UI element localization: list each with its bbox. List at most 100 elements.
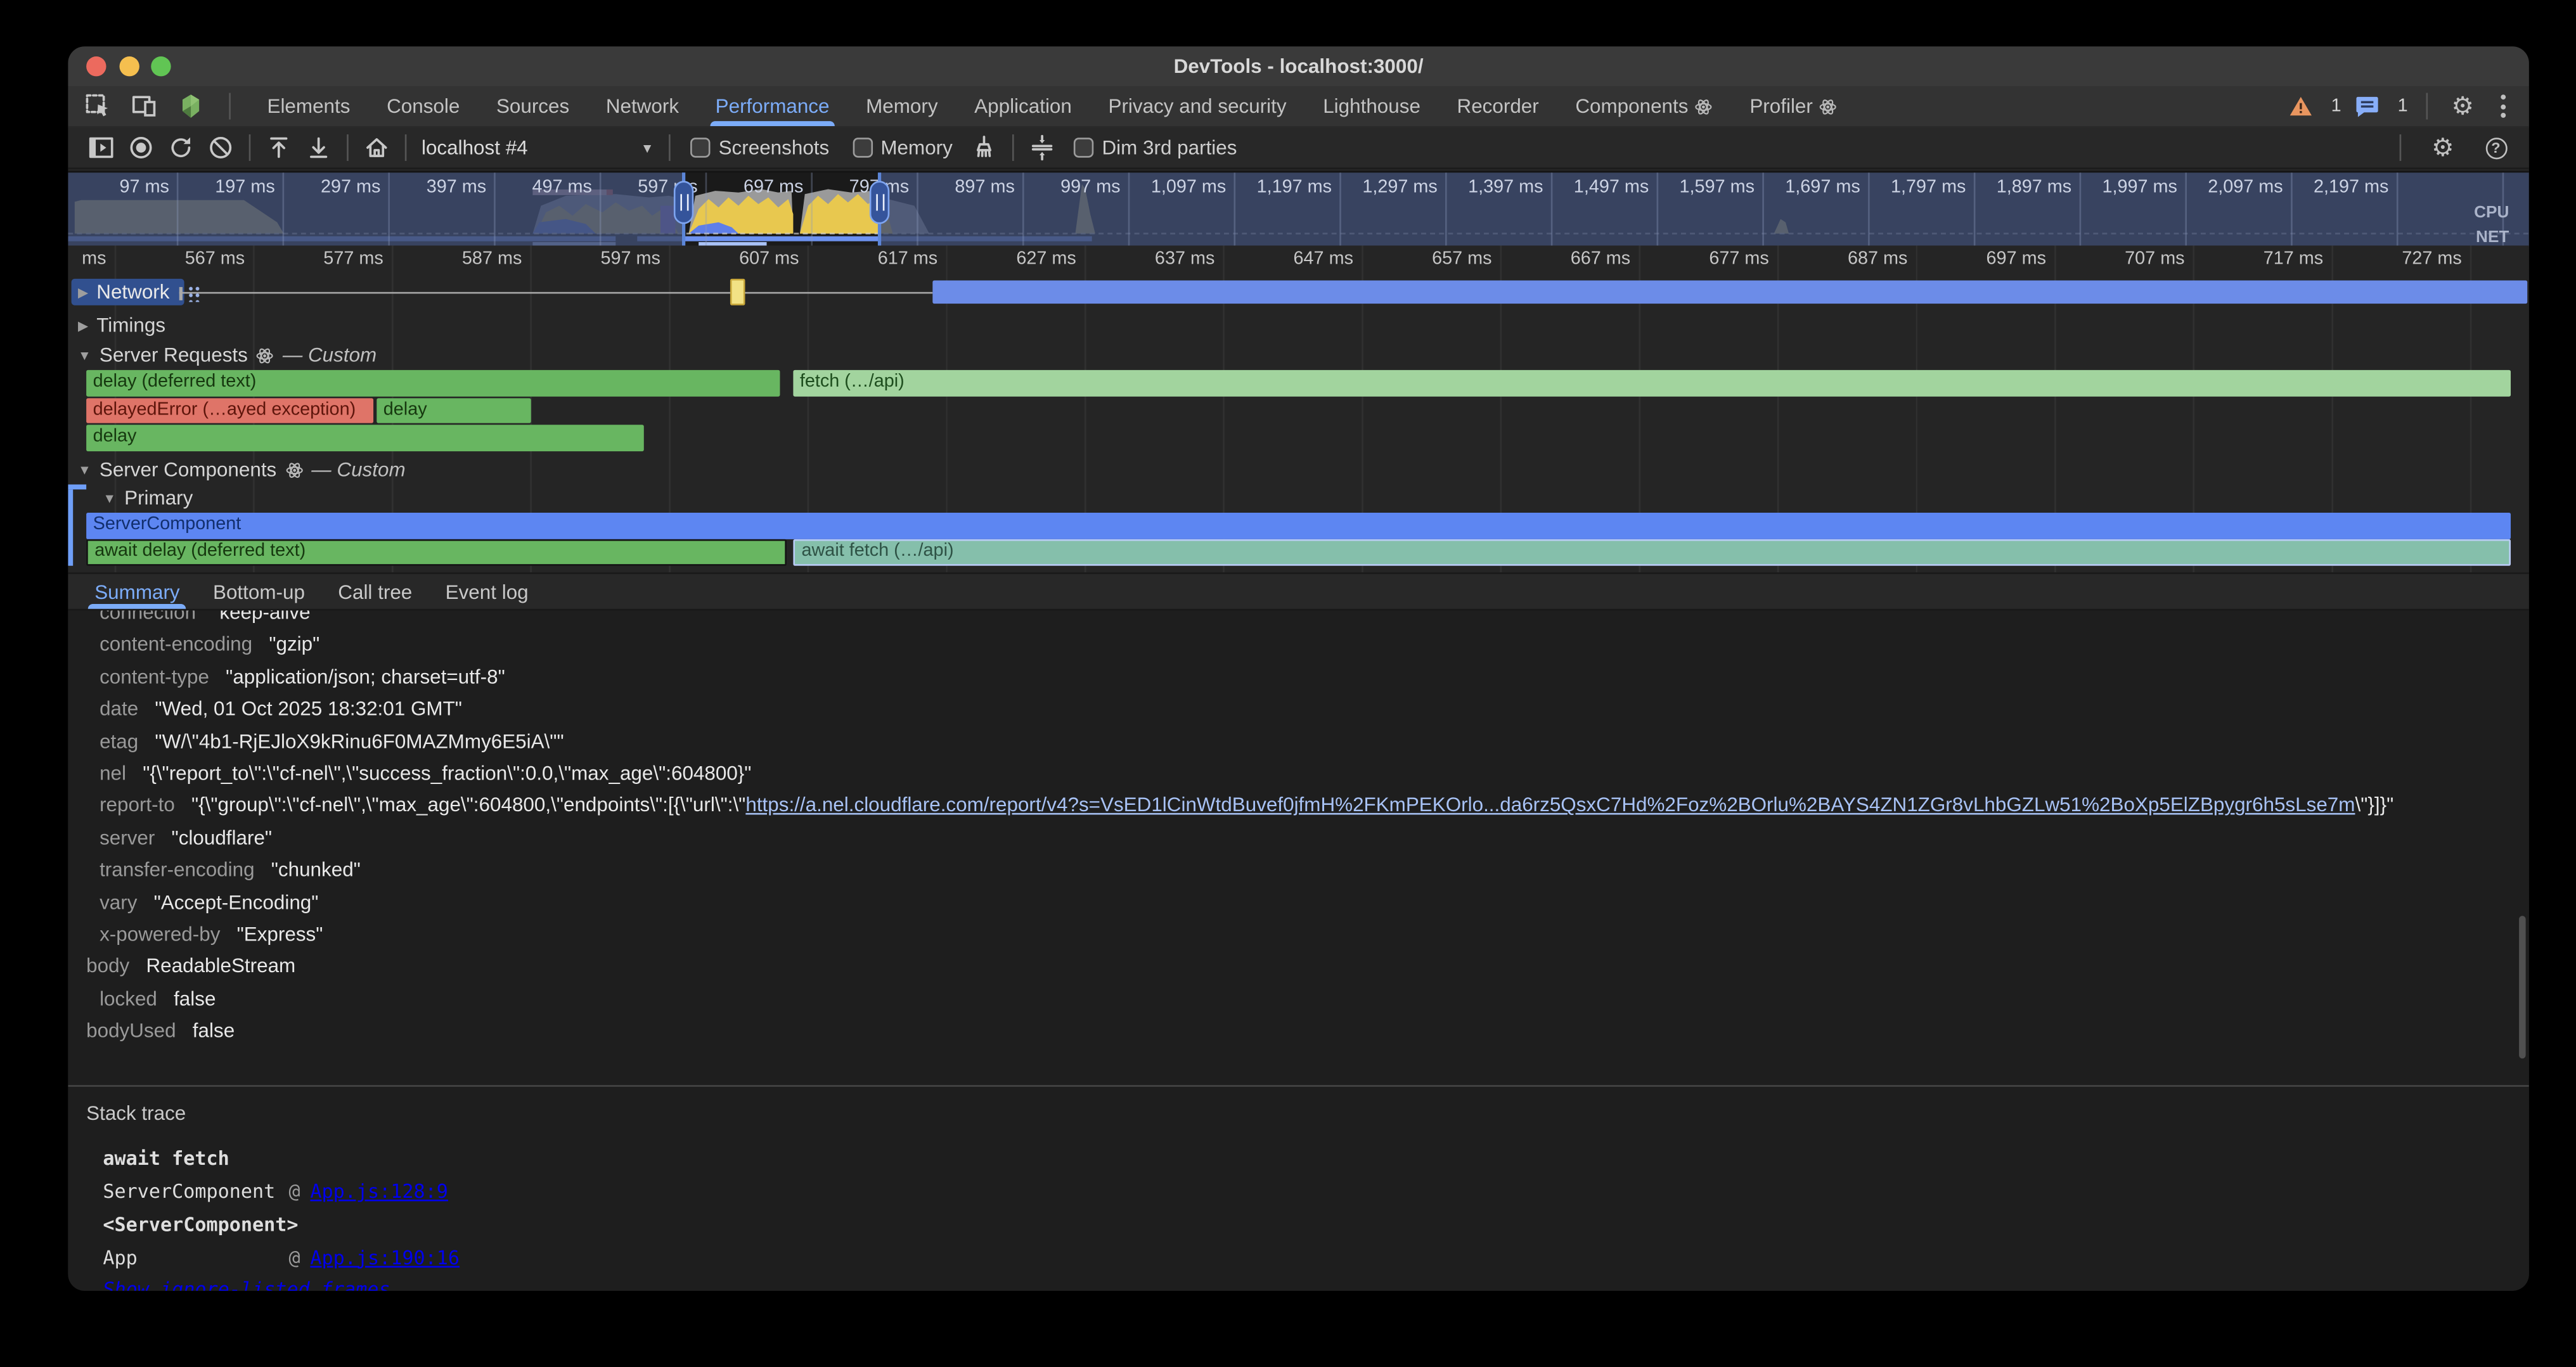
tab-event-log[interactable]: Event log [428, 574, 544, 609]
server-components-header[interactable]: ▼ Server Components — Custom [78, 456, 406, 483]
extension-gem-icon[interactable] [174, 89, 207, 122]
tab-memory[interactable]: Memory [847, 86, 956, 126]
timings-track-label: Timings [96, 314, 165, 337]
time-tick-label: 1,397 ms [1444, 177, 1550, 197]
live-metrics-home-icon[interactable] [360, 131, 393, 164]
memory-checkbox[interactable]: Memory [853, 136, 953, 160]
capture-settings-gear-icon[interactable]: ⚙ [2426, 131, 2459, 164]
warning-icon[interactable] [2284, 89, 2317, 122]
time-tick-label: 717 ms [2194, 249, 2333, 269]
show-ignore-listed-frames-link[interactable]: Show ignore-listed frames [103, 1278, 390, 1290]
tab-call-tree[interactable]: Call tree [321, 574, 428, 609]
network-track-label: Network [96, 280, 169, 304]
property-key: etag [100, 729, 138, 753]
device-toolbar-icon[interactable] [128, 89, 161, 122]
primary-group-header[interactable]: ▼ Primary [103, 484, 193, 511]
record-and-reload-icon[interactable] [164, 131, 197, 164]
tab-network[interactable]: Network [588, 86, 697, 126]
tab-bar-icons [81, 89, 239, 122]
tab-summary[interactable]: Summary [78, 574, 196, 609]
network-track-header[interactable]: ▶ Network [78, 279, 169, 305]
load-profile-icon[interactable] [262, 131, 295, 164]
drag-handle-icon[interactable] [188, 285, 201, 301]
record-icon[interactable] [124, 131, 157, 164]
timings-track-header[interactable]: ▶ Timings [78, 312, 165, 338]
flame-bar[interactable]: delay [86, 425, 644, 451]
server-requests-row-3: delay [68, 425, 2528, 451]
dim-3rd-parties-label: Dim 3rd parties [1102, 136, 1237, 160]
property-key: content-encoding [100, 632, 252, 656]
flame-bar[interactable]: delayedError (…ayed exception) [86, 397, 373, 423]
flame-bar[interactable]: await delay (deferred text) [86, 539, 787, 565]
property-value: ReadableStream [146, 954, 295, 978]
checkbox-box [853, 138, 872, 157]
stack-frame: ServerComponent@App.js:128:9 [103, 1177, 2529, 1210]
checkbox-box [690, 138, 710, 157]
server-requests-header[interactable]: ▼ Server Requests — Custom [78, 342, 377, 368]
time-tick-label: 297 ms [281, 177, 387, 197]
time-tick-label: 707 ms [2056, 249, 2195, 269]
title-bar: DevTools - localhost:3000/ [68, 46, 2528, 86]
response-properties-list: connection"keep-alive"content-encoding"g… [68, 610, 2528, 1048]
tab-lighthouse[interactable]: Lighthouse [1304, 86, 1438, 126]
flame-bar[interactable]: await fetch (…/api) [793, 539, 2511, 565]
tab-privacy-and-security[interactable]: Privacy and security [1090, 86, 1305, 126]
compress-track-icon[interactable] [1026, 131, 1059, 164]
issues-chat-icon[interactable] [2351, 89, 2384, 122]
time-tick-label: 797 ms [810, 177, 916, 197]
settings-gear-icon[interactable]: ⚙ [2446, 89, 2479, 122]
toggle-sidebar-icon[interactable] [85, 131, 118, 164]
flame-chart[interactable]: ms567 ms577 ms587 ms597 ms607 ms617 ms62… [68, 245, 2528, 572]
tab-components[interactable]: Components [1557, 86, 1732, 126]
flame-bar[interactable]: delay [377, 397, 531, 423]
report-url-link[interactable]: https://a.nel.cloudflare.com/report/v4?s… [745, 793, 2355, 817]
net-track-label: NET [2476, 229, 2509, 247]
tab-performance[interactable]: Performance [697, 86, 847, 126]
flame-bar[interactable]: delay (deferred text) [86, 370, 780, 396]
more-options-icon[interactable] [2489, 89, 2516, 122]
history-dropdown[interactable]: localhost #4 ▼ [415, 132, 660, 164]
tab-bottom-up[interactable]: Bottom-up [196, 574, 321, 609]
primary-group-label: Primary [124, 486, 193, 510]
tab-label: Sources [496, 94, 569, 118]
network-request-block[interactable] [730, 278, 745, 305]
time-tick-label: 697 ms [704, 177, 810, 197]
collect-garbage-icon[interactable] [967, 131, 1000, 164]
frame-source-link[interactable]: App.js:190:16 [310, 1245, 460, 1269]
checkbox-box [1074, 138, 1093, 157]
inspect-element-icon[interactable] [81, 89, 114, 122]
frame-source-link[interactable]: App.js:128:9 [310, 1180, 448, 1203]
selection-handle-right[interactable] [870, 181, 889, 224]
scrollbar-thumb[interactable] [2519, 916, 2525, 1058]
dim-3rd-parties-checkbox[interactable]: Dim 3rd parties [1074, 136, 1237, 160]
screenshots-checkbox[interactable]: Screenshots [690, 136, 829, 160]
tab-sources[interactable]: Sources [478, 86, 588, 126]
timeline-overview[interactable]: 97 ms197 ms297 ms397 ms497 ms597 ms697 m… [68, 171, 2528, 246]
help-icon[interactable]: ? [2479, 131, 2512, 164]
atom-icon [1695, 97, 1713, 115]
time-tick-label: 1,297 ms [1339, 177, 1445, 197]
network-request-bar[interactable] [932, 279, 2527, 304]
tab-profiler[interactable]: Profiler [1732, 86, 1856, 126]
tab-application[interactable]: Application [956, 86, 1090, 126]
tab-elements[interactable]: Elements [249, 86, 369, 126]
tab-recorder[interactable]: Recorder [1439, 86, 1557, 126]
property-key: bodyUsed [86, 1019, 176, 1043]
summary-pane[interactable]: connection"keep-alive"content-encoding"g… [68, 610, 2528, 1290]
tab-console[interactable]: Console [368, 86, 478, 126]
time-tick-label: 727 ms [2333, 249, 2472, 269]
property-key: body [86, 954, 129, 978]
clear-icon[interactable] [204, 131, 237, 164]
server-requests-row-2: delayedError (…ayed exception)delay [68, 397, 2528, 424]
flame-bar[interactable]: ServerComponent [86, 513, 2511, 539]
property-row: body ReadableStream [68, 951, 2528, 984]
property-key: locked [100, 987, 157, 1010]
chevron-down-icon: ▼ [641, 140, 654, 155]
expanded-triangle-icon: ▼ [103, 491, 116, 506]
selection-handle-left[interactable] [674, 181, 693, 224]
flame-bar[interactable]: fetch (…/api) [793, 370, 2511, 396]
save-profile-icon[interactable] [302, 131, 335, 164]
tab-bar-right: 1 1 ⚙ [2284, 89, 2516, 122]
details-tab-bar: SummaryBottom-upCall treeEvent log [68, 572, 2528, 610]
time-tick-label: 1,497 ms [1550, 177, 1656, 197]
